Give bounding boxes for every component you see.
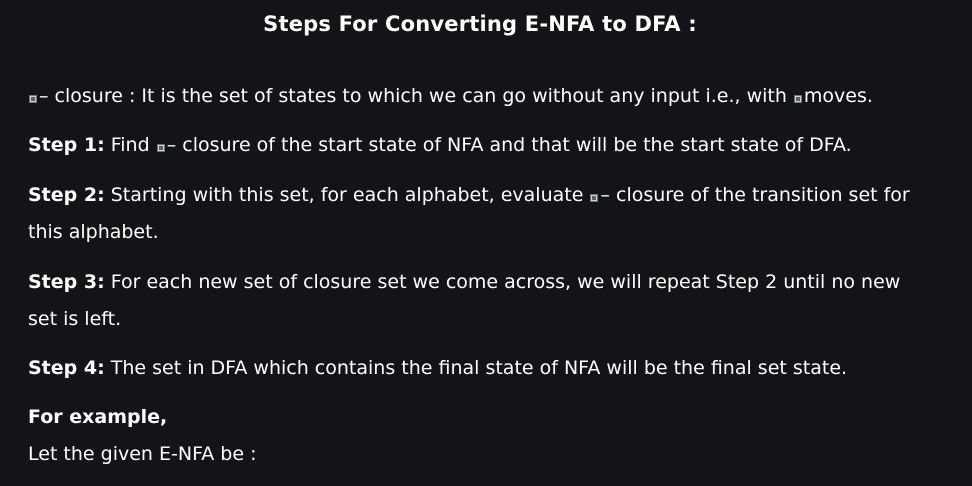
step-4-label: Step 4:	[28, 357, 105, 379]
epsilon-icon	[793, 95, 802, 103]
step-4: Step 4: The set in DFA which contains th…	[28, 350, 948, 387]
step-1-text-2: – closure of the start state of NFA and …	[166, 134, 852, 156]
example-section: For example, Let the given E-NFA be :	[28, 399, 948, 473]
step-2-label: Step 2:	[28, 184, 105, 206]
closure-definition: – closure : It is the set of states to w…	[28, 78, 948, 115]
example-label: For example,	[28, 406, 168, 428]
step-2: Step 2: Starting with this set, for each…	[28, 177, 940, 251]
epsilon-icon	[29, 95, 37, 103]
epsilon-icon	[156, 144, 165, 152]
step-1-label: Step 1:	[28, 134, 105, 156]
step-1: Step 1: Find – closure of the start stat…	[28, 127, 948, 164]
step-3: Step 3: For each new set of closure set …	[28, 264, 928, 338]
step-4-text: The set in DFA which contains the final …	[110, 357, 848, 379]
epsilon-icon	[590, 194, 599, 202]
step-3-label: Step 3:	[28, 271, 105, 293]
step-3-text: For each new set of closure set we come …	[28, 271, 901, 330]
closure-text-2: moves.	[803, 85, 873, 107]
closure-text-1: – closure : It is the set of states to w…	[39, 85, 787, 107]
step-2-text-1: Starting with this set, for each alphabe…	[110, 184, 584, 206]
example-text: Let the given E-NFA be :	[28, 443, 257, 465]
step-1-text-1: Find	[110, 134, 150, 156]
page-title: Steps For Converting E-NFA to DFA :	[263, 12, 697, 36]
